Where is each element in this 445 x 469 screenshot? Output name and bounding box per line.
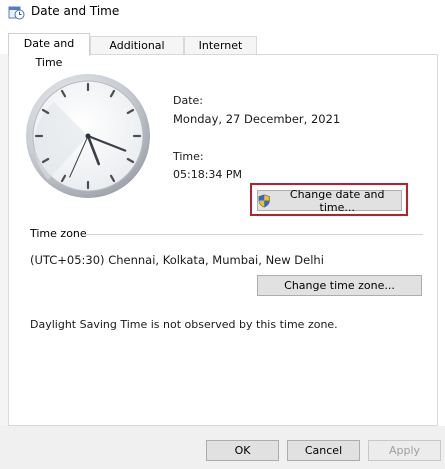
change-time-zone-label: Change time zone...	[284, 279, 395, 292]
time-label: Time:	[173, 150, 204, 163]
time-zone-group-label: Time zone	[30, 227, 87, 240]
left-edge	[0, 54, 8, 426]
change-time-zone-button[interactable]: Change time zone...	[257, 275, 422, 296]
apply-label: Apply	[388, 444, 421, 457]
time-value: 05:18:34 PM	[173, 168, 243, 181]
change-date-time-label: Change date and time...	[289, 187, 385, 214]
date-label: Date:	[173, 94, 203, 107]
uac-shield-icon	[258, 194, 270, 208]
ok-button[interactable]: OK	[206, 440, 279, 461]
title-bar: Date and Time	[0, 0, 445, 26]
window-title: Date and Time	[31, 4, 120, 18]
group-divider	[86, 234, 423, 235]
tab-date-and-time[interactable]: Date and Time	[8, 33, 90, 69]
ok-label: OK	[234, 444, 251, 457]
change-date-time-button[interactable]: Change date and time...	[257, 187, 402, 214]
dst-note: Daylight Saving Time is not observed by …	[30, 318, 338, 331]
cancel-label: Cancel	[304, 444, 343, 457]
date-time-icon	[8, 6, 25, 20]
tab-internet-time[interactable]: Internet Time	[184, 36, 257, 69]
analog-clock	[26, 74, 150, 198]
time-zone-value: (UTC+05:30) Chennai, Kolkata, Mumbai, Ne…	[30, 253, 324, 267]
cancel-button[interactable]: Cancel	[287, 440, 360, 461]
date-value: Monday, 27 December, 2021	[173, 112, 341, 126]
dialog-footer: OK Cancel Apply	[0, 426, 445, 469]
tab-additional-clocks[interactable]: Additional Clocks	[90, 36, 184, 69]
apply-button[interactable]: Apply	[368, 440, 441, 461]
